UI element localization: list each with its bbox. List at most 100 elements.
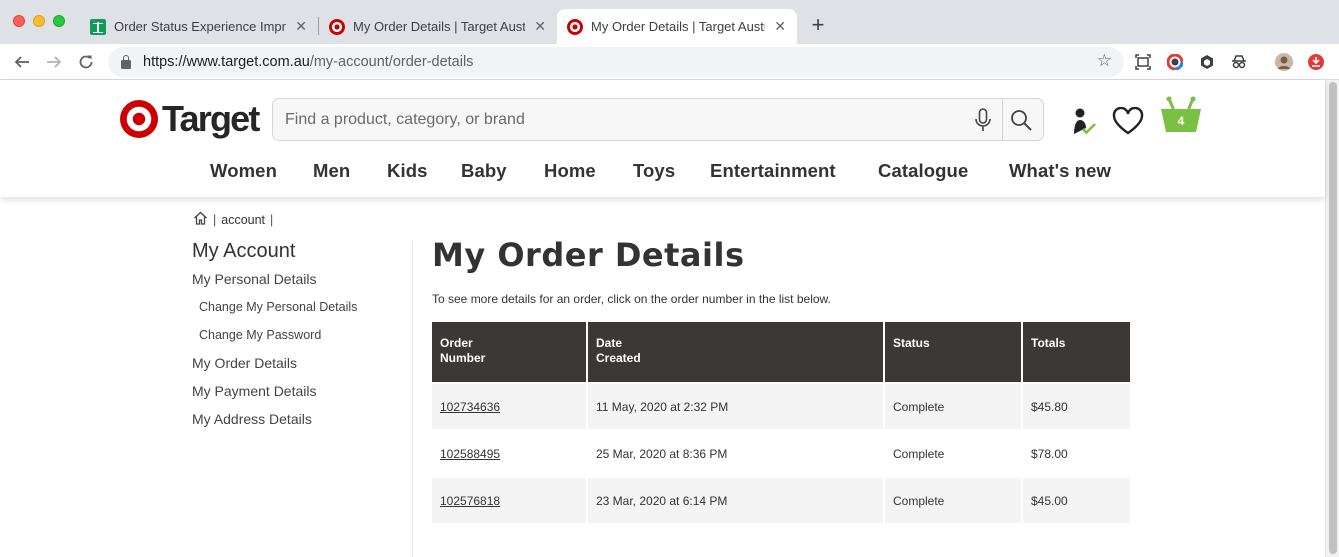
intro-text: To see more details for an order, click …: [432, 292, 831, 306]
date-cell: 23 Mar, 2020 at 6:14 PM: [588, 478, 883, 523]
search-input[interactable]: [285, 99, 965, 140]
order-number-cell: 102734636: [432, 384, 586, 429]
sidebar-item-payment-details[interactable]: My Payment Details: [192, 382, 412, 410]
tab-title: My Order Details | Target Austr: [353, 19, 526, 34]
bullseye-logo-icon: [120, 100, 158, 138]
table-header-row: Order Number Date Created Status Totals: [432, 322, 1130, 382]
lock-icon: [121, 54, 131, 69]
new-tab-icon[interactable]: +: [808, 12, 828, 38]
sidebar-title: My Account: [192, 240, 296, 262]
browser-toolbar: https://www.target.com.au/my-account/ord…: [0, 44, 1339, 80]
table-row: 102588495 25 Mar, 2020 at 8:36 PM Comple…: [432, 431, 1130, 476]
address-bar[interactable]: https://www.target.com.au/my-account/ord…: [108, 47, 1124, 77]
account-signed-in-icon[interactable]: [1070, 106, 1098, 141]
order-number-cell: 102588495: [432, 431, 586, 476]
header-line: Order: [440, 336, 473, 350]
order-number-cell: 102576818: [432, 478, 586, 523]
microphone-icon[interactable]: [973, 108, 993, 132]
nav-entertainment[interactable]: Entertainment: [710, 160, 836, 182]
profile-avatar[interactable]: [1275, 53, 1293, 71]
sidebar-item-change-personal-details[interactable]: Change My Personal Details: [192, 298, 412, 326]
order-number-link[interactable]: 102576818: [440, 494, 500, 508]
close-window-button[interactable]: [13, 15, 25, 27]
url-host: https://www.target.com.au: [143, 54, 310, 70]
bookmark-star-icon[interactable]: ☆: [1097, 51, 1112, 71]
breadcrumb-separator: |: [270, 212, 274, 227]
logo-wordmark: Target: [162, 98, 260, 139]
site-header: Target 4 Women Men Kids Baby Home Toys E…: [0, 80, 1325, 197]
nav-kids[interactable]: Kids: [387, 160, 428, 182]
order-number-link[interactable]: 102734636: [440, 400, 500, 414]
breadcrumb: | account |: [193, 211, 278, 228]
nav-baby[interactable]: Baby: [461, 160, 507, 182]
column-header-date-created: Date Created: [588, 322, 883, 382]
target-favicon-icon: [329, 18, 345, 35]
nav-home[interactable]: Home: [544, 160, 596, 182]
sidebar-item-personal-details[interactable]: My Personal Details: [192, 270, 412, 298]
browser-tab-order-details-active[interactable]: My Order Details | Target Austr ✕: [557, 9, 797, 44]
screenshot-extension-icon[interactable]: [1134, 53, 1152, 71]
account-sidebar: My Account My Personal Details Change My…: [192, 240, 412, 438]
spy-extension-icon[interactable]: [1230, 53, 1248, 71]
search-icon[interactable]: [1009, 108, 1035, 132]
nav-catalogue[interactable]: Catalogue: [878, 160, 968, 182]
order-number-link[interactable]: 102588495: [440, 447, 500, 461]
nav-men[interactable]: Men: [313, 160, 350, 182]
orders-table: Order Number Date Created Status Totals 10…: [430, 320, 1132, 525]
browser-tab-sheets[interactable]: Order Status Experience Impro ✕: [80, 9, 318, 44]
header-line: Totals: [1031, 336, 1066, 350]
nav-women[interactable]: Women: [210, 160, 277, 182]
column-header-status: Status: [885, 322, 1021, 382]
browser-tab-order-details[interactable]: My Order Details | Target Austr ✕: [319, 9, 557, 44]
total-cell: $45.80: [1023, 384, 1130, 429]
breadcrumb-separator: |: [213, 212, 217, 227]
page-title: My Order Details: [432, 236, 745, 274]
main-content: My Order Details To see more details for…: [432, 236, 831, 306]
category-nav: Women Men Kids Baby Home Toys Entertainm…: [0, 160, 1325, 190]
search-divider: [1002, 99, 1003, 140]
color-picker-extension-icon[interactable]: [1166, 53, 1184, 71]
target-favicon-icon: [567, 18, 583, 35]
scrollbar-thumb[interactable]: [1329, 82, 1337, 554]
extension-badge-icon[interactable]: [1307, 53, 1325, 71]
basket-count-badge: 4: [1177, 114, 1185, 128]
home-icon[interactable]: [193, 211, 208, 228]
nav-toys[interactable]: Toys: [633, 160, 675, 182]
nav-whats-new[interactable]: What's new: [1009, 160, 1111, 182]
breadcrumb-account[interactable]: account: [221, 213, 265, 227]
tab-close-icon[interactable]: ✕: [294, 18, 308, 35]
browser-tab-bar: Order Status Experience Impro ✕ My Order…: [0, 0, 1339, 44]
target-logo[interactable]: Target: [120, 98, 260, 139]
google-sheets-icon: [90, 18, 106, 35]
table-row: 102576818 23 Mar, 2020 at 6:14 PM Comple…: [432, 478, 1130, 523]
sidebar-divider: [412, 241, 413, 557]
sidebar-item-order-details[interactable]: My Order Details: [192, 354, 412, 382]
tab-close-icon[interactable]: ✕: [533, 18, 547, 35]
status-cell: Complete: [885, 384, 1021, 429]
url-path: /my-account/order-details: [309, 54, 474, 70]
tab-title: Order Status Experience Impro: [114, 19, 287, 34]
forward-arrow-icon[interactable]: [41, 49, 67, 75]
status-cell: Complete: [885, 431, 1021, 476]
tab-close-icon[interactable]: ✕: [773, 18, 787, 35]
total-cell: $78.00: [1023, 431, 1130, 476]
header-line: Created: [596, 351, 641, 365]
header-line: Number: [440, 351, 486, 365]
status-cell: Complete: [885, 478, 1021, 523]
sidebar-item-change-password[interactable]: Change My Password: [192, 326, 412, 354]
header-line: Date: [596, 336, 623, 350]
column-header-totals: Totals: [1023, 322, 1130, 382]
hexagon-extension-icon[interactable]: [1198, 53, 1216, 71]
reload-icon[interactable]: [73, 49, 99, 75]
tab-title: My Order Details | Target Austr: [591, 19, 766, 34]
back-arrow-icon[interactable]: [9, 49, 35, 75]
column-header-order-number: Order Number: [432, 322, 586, 382]
sidebar-item-address-details[interactable]: My Address Details: [192, 410, 412, 438]
minimize-window-button[interactable]: [33, 15, 45, 27]
maximize-window-button[interactable]: [53, 15, 65, 27]
header-line: Status: [893, 336, 930, 350]
page-scrollbar[interactable]: [1325, 80, 1339, 557]
wishlist-heart-icon[interactable]: [1112, 106, 1144, 140]
table-row: 102734636 11 May, 2020 at 2:32 PM Comple…: [432, 384, 1130, 429]
date-cell: 11 May, 2020 at 2:32 PM: [588, 384, 883, 429]
